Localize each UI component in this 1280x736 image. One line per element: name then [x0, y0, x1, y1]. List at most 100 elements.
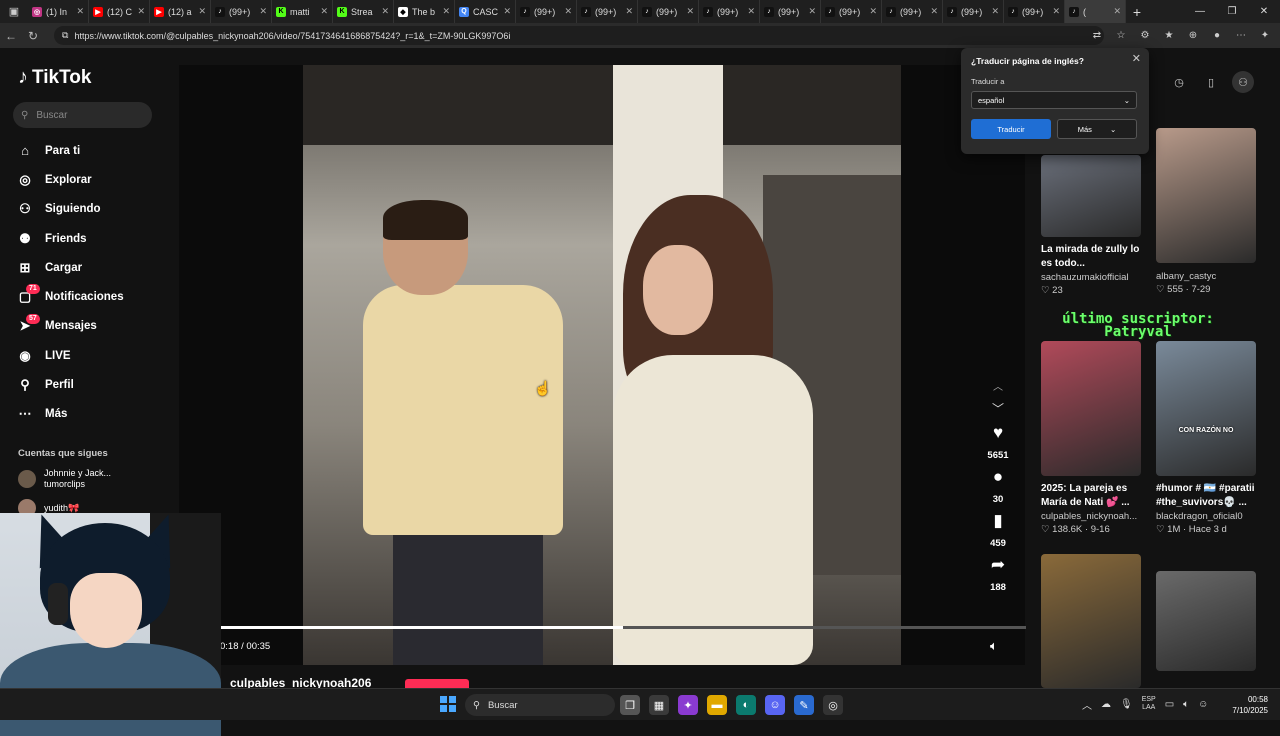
comment-icon[interactable]: ● [993, 466, 1003, 488]
browser-tab[interactable]: ♪ (99+) ✕ [211, 0, 272, 23]
volume-icon[interactable]: 🔈︎ [1183, 699, 1189, 710]
browser-tab[interactable]: ♪ (99+) ✕ [821, 0, 882, 23]
battery-icon[interactable]: ☺ [1198, 699, 1208, 710]
favorites-icon[interactable]: ★ [1160, 26, 1178, 44]
recommended-video-card[interactable]: La mirada de zully lo es todo... sachauz… [1041, 155, 1141, 297]
browser-tab[interactable]: Kmatti ✕ [272, 0, 333, 23]
browser-tab[interactable]: ◎ (1) In ✕ [28, 0, 89, 23]
close-window-icon[interactable]: ✕ [1248, 0, 1280, 23]
obs-icon[interactable]: ◎ [823, 695, 843, 715]
browser-tab[interactable]: ♪ (99+) ✕ [943, 0, 1004, 23]
sidebar-item-siguiendo[interactable]: ⚇ Siguiendo [16, 195, 166, 224]
coins-icon[interactable]: ◷ [1168, 71, 1190, 93]
translate-button[interactable]: Traducir [971, 119, 1051, 139]
collections-icon[interactable]: ⊕ [1184, 26, 1202, 44]
more-button[interactable]: Más ⌄ [1057, 119, 1137, 139]
minimize-icon[interactable]: — [1184, 0, 1216, 23]
sidebar-item-notificaciones[interactable]: ▢ Notificaciones 71 [16, 282, 166, 311]
network-icon[interactable]: ▭ [1165, 699, 1174, 710]
close-icon[interactable]: ✕ [1132, 52, 1141, 65]
site-info-icon[interactable]: ⧉ [62, 30, 68, 41]
close-tab-icon[interactable]: ✕ [808, 6, 816, 17]
recommended-video-card[interactable] [1041, 554, 1141, 688]
taskbar-search[interactable]: ⚲ Buscar [465, 694, 615, 716]
close-tab-icon[interactable]: ✕ [991, 6, 999, 17]
close-tab-icon[interactable]: ✕ [1113, 6, 1121, 17]
close-tab-icon[interactable]: ✕ [564, 6, 572, 17]
close-tab-icon[interactable]: ✕ [503, 6, 511, 17]
share-icon[interactable]: ➦ [991, 554, 1005, 576]
close-tab-icon[interactable]: ✕ [869, 6, 877, 17]
recommended-video-card[interactable] [1156, 571, 1256, 671]
sidebar-item-friends[interactable]: ⚉ Friends [16, 224, 166, 253]
next-video-icon[interactable]: ﹀ [992, 400, 1004, 422]
browser-tab[interactable]: ♪ (99+) ✕ [699, 0, 760, 23]
favorite-star-icon[interactable]: ☆ [1112, 26, 1130, 44]
recommended-video-card[interactable]: albany_castyc ♡ 555 · 7-29 [1156, 128, 1256, 296]
close-tab-icon[interactable]: ✕ [930, 6, 938, 17]
close-tab-icon[interactable]: ✕ [76, 6, 84, 17]
browser-tab[interactable]: ◆ The b ✕ [394, 0, 455, 23]
windows-start-icon[interactable] [440, 696, 456, 712]
search-input[interactable]: ⚲ Buscar [13, 102, 152, 128]
sidebar-item-cargar[interactable]: ⊞ Cargar [16, 253, 166, 282]
browser-tab[interactable]: ♪ (99+) ✕ [516, 0, 577, 23]
following-item[interactable]: Johnnie y Jack... tumorclips [18, 468, 168, 490]
sidebar-item-m-s[interactable]: ⋯ Más [16, 400, 166, 429]
close-tab-icon[interactable]: ✕ [198, 6, 206, 17]
volume-icon[interactable]: 🔈︎ [990, 638, 998, 654]
browser-tab[interactable]: ♪ (99+) ✕ [638, 0, 699, 23]
close-tab-icon[interactable]: ✕ [442, 6, 450, 17]
browser-tab[interactable]: Q CASC ✕ [455, 0, 516, 23]
browser-tab[interactable]: ♪ (99+) ✕ [577, 0, 638, 23]
close-tab-icon[interactable]: ✕ [625, 6, 633, 17]
discord-icon[interactable]: ☺ [765, 695, 785, 715]
browser-tab[interactable]: ♪ (99+) ✕ [760, 0, 821, 23]
close-tab-icon[interactable]: ✕ [1052, 6, 1060, 17]
browser-tab[interactable]: ▶ (12) a ✕ [150, 0, 211, 23]
like-heart-icon[interactable]: ♥ [993, 422, 1003, 444]
sidebar-item-perfil[interactable]: ⚲ Perfil [16, 370, 166, 399]
file-explorer-icon[interactable]: ▬ [707, 695, 727, 715]
copilot-icon[interactable]: ✦ [1256, 26, 1274, 44]
profile-avatar[interactable]: ⚇ [1232, 71, 1254, 93]
browser-tab[interactable]: ♪ (99+) ✕ [1004, 0, 1065, 23]
recommended-video-card[interactable]: 2025: La pareja es María de Nati 💕 ... c… [1041, 341, 1141, 536]
language-indicator[interactable]: ESP LAA [1142, 696, 1156, 712]
bookmark-icon[interactable]: ▮ [993, 510, 1002, 532]
restore-icon[interactable]: ❐ [1216, 0, 1248, 23]
sidebar-item-mensajes[interactable]: ➤ Mensajes 57 [16, 312, 166, 341]
tiktok-logo[interactable]: ♪ TikTok [18, 66, 91, 89]
url-field[interactable]: ⧉ https://www.tiktok.com/@culpables_nick… [54, 26, 1104, 45]
video-player[interactable] [303, 65, 901, 665]
video-progress-bar[interactable] [220, 626, 1026, 629]
close-tab-icon[interactable]: ✕ [320, 6, 328, 17]
close-tab-icon[interactable]: ✕ [381, 6, 389, 17]
taskbar-clock[interactable]: 00:58 7/10/2025 [1232, 694, 1268, 716]
profile-avatar[interactable]: ● [1208, 26, 1226, 44]
close-tab-icon[interactable]: ✕ [686, 6, 694, 17]
tab-actions-menu-icon[interactable]: ▣ [0, 0, 28, 23]
refresh-icon[interactable]: ↻ [22, 29, 44, 43]
sidebar-item-para-ti[interactable]: ⌂ Para ti [16, 136, 166, 165]
device-icon[interactable]: ▯ [1200, 71, 1222, 93]
translate-icon[interactable]: ⇄ [1088, 26, 1106, 44]
edge-icon[interactable]: ◐ [736, 695, 756, 715]
close-tab-icon[interactable]: ✕ [747, 6, 755, 17]
language-select[interactable]: español ⌄ [971, 91, 1137, 109]
browser-tab[interactable]: K Strea ✕ [333, 0, 394, 23]
back-icon[interactable]: ← [0, 29, 22, 43]
browser-tab[interactable]: ♪ (99+) ✕ [882, 0, 943, 23]
store-icon[interactable]: ▦ [649, 695, 669, 715]
app-icon[interactable]: ✎ [794, 695, 814, 715]
follow-button[interactable] [405, 679, 469, 688]
previous-video-icon[interactable]: ︿ [993, 378, 1003, 400]
copilot-icon[interactable]: ✦ [678, 695, 698, 715]
onedrive-icon[interactable]: ☁ [1101, 699, 1111, 710]
settings-more-icon[interactable]: ⋯ [1232, 26, 1250, 44]
microphone-icon[interactable]: 🎙︎ [1120, 699, 1133, 710]
task-view-icon[interactable]: ❐ [620, 695, 640, 715]
close-tab-icon[interactable]: ✕ [259, 6, 267, 17]
active-tab[interactable]: ♪ ( ✕ [1065, 0, 1126, 23]
new-tab-button[interactable]: + [1126, 4, 1148, 20]
